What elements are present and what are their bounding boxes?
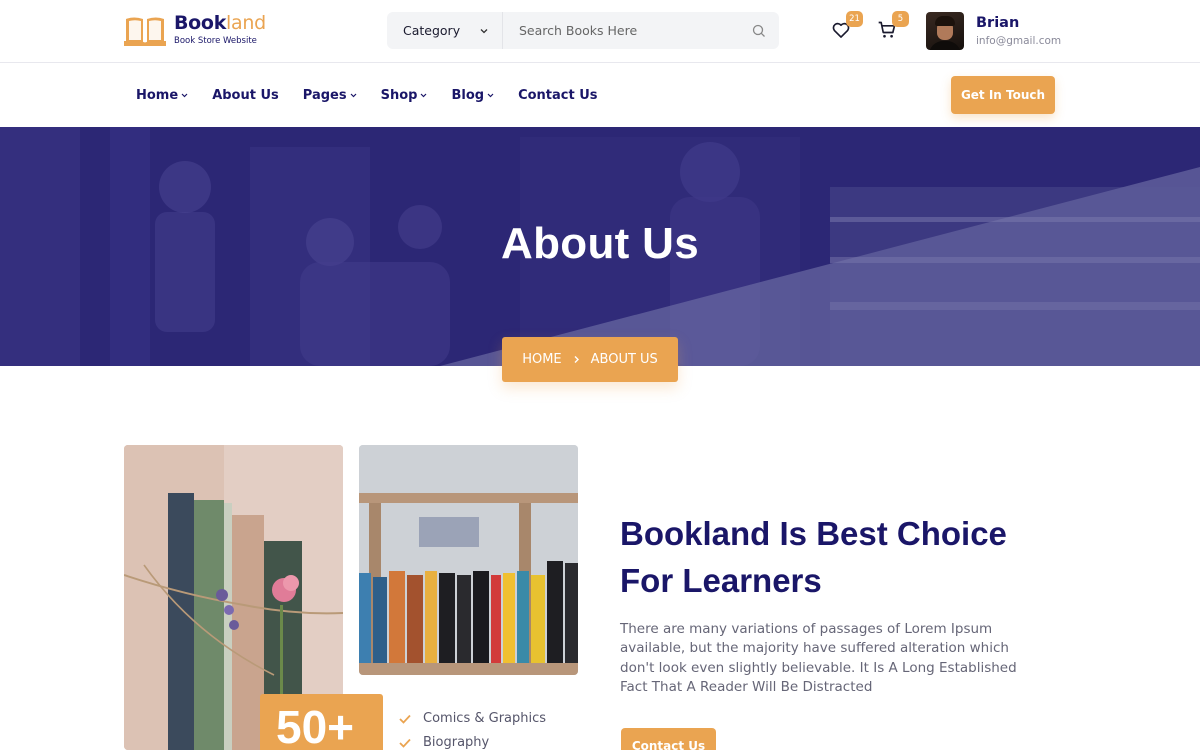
nav-item-label: Blog — [451, 87, 485, 103]
category-dropdown[interactable]: Category — [387, 12, 503, 49]
about-heading-line2: For Learners — [620, 562, 822, 599]
feature-item: Biography — [399, 735, 546, 750]
search-button[interactable] — [739, 12, 779, 49]
page-title: About Us — [501, 219, 699, 268]
brand-tagline: Book Store Website — [174, 36, 257, 47]
main-nav: Home About Us Pages Shop Blog Contact Us Get … — [0, 63, 1200, 127]
category-label: Category — [403, 23, 461, 38]
check-icon — [399, 714, 411, 724]
wishlist-count-badge: 21 — [846, 11, 863, 27]
nav-item-label: About Us — [212, 87, 279, 103]
feature-label: Comics & Graphics — [423, 711, 547, 726]
search-bar: Category — [387, 12, 779, 49]
stat-number: 50+ — [276, 701, 355, 750]
user-profile[interactable]: Brian info@gmail.com — [926, 12, 1061, 50]
get-in-touch-button[interactable]: Get In Touch — [951, 76, 1055, 114]
wishlist-button[interactable]: 21 — [831, 11, 863, 42]
check-icon — [399, 738, 411, 748]
chevron-down-icon — [350, 93, 357, 97]
search-input[interactable] — [503, 12, 739, 49]
nav-item-home[interactable]: Home — [136, 88, 188, 103]
cart-button[interactable]: 5 — [877, 11, 909, 42]
top-header: Bookland Book Store Website Category 21 … — [0, 0, 1200, 63]
about-paragraph: There are many variations of passages of… — [620, 621, 1017, 695]
nav-item-label: Shop — [380, 87, 418, 103]
bookshelf-image — [359, 445, 578, 675]
contact-us-button[interactable]: Contact Us — [621, 728, 716, 750]
user-name: Brian — [976, 15, 1020, 31]
feature-item: Comics & Graphics — [399, 711, 546, 726]
breadcrumb: HOME ABOUT US — [502, 337, 678, 382]
nav-item-blog[interactable]: Blog — [451, 88, 494, 103]
breadcrumb-current: ABOUT US — [590, 352, 658, 367]
search-icon — [752, 24, 765, 37]
user-email: info@gmail.com — [976, 35, 1062, 47]
experience-stat-card: 50+ — [260, 694, 383, 750]
brand-logo[interactable]: Bookland Book Store Website — [124, 13, 266, 47]
nav-item-label: Pages — [302, 87, 347, 103]
chevron-down-icon — [487, 93, 494, 97]
nav-item-about-us[interactable]: About Us — [212, 88, 279, 103]
feature-list: Comics & Graphics Biography — [399, 711, 546, 750]
nav-menu: Home About Us Pages Shop Blog Contact Us — [136, 63, 622, 127]
chevron-down-icon — [181, 93, 188, 97]
nav-item-label: Home — [136, 87, 179, 103]
book-logo-icon — [124, 13, 166, 47]
about-heading: Bookland Is Best Choice For Learners — [620, 510, 1060, 604]
avatar — [926, 12, 964, 50]
breadcrumb-home-link[interactable]: HOME — [522, 352, 561, 367]
feature-label: Biography — [423, 735, 490, 750]
about-heading-line1: Bookland Is Best Choice — [620, 515, 1007, 552]
brand-name: Bookland — [174, 12, 266, 35]
nav-item-label: Contact Us — [518, 87, 598, 103]
page-banner: About Us — [0, 127, 1200, 366]
chevron-down-icon — [421, 93, 427, 97]
nav-item-pages[interactable]: Pages — [303, 88, 357, 103]
chevron-down-icon — [480, 28, 488, 33]
nav-item-shop[interactable]: Shop — [381, 88, 428, 103]
cart-count-badge: 5 — [892, 11, 909, 27]
nav-item-contact-us[interactable]: Contact Us — [518, 88, 597, 103]
chevron-right-icon — [574, 356, 579, 363]
